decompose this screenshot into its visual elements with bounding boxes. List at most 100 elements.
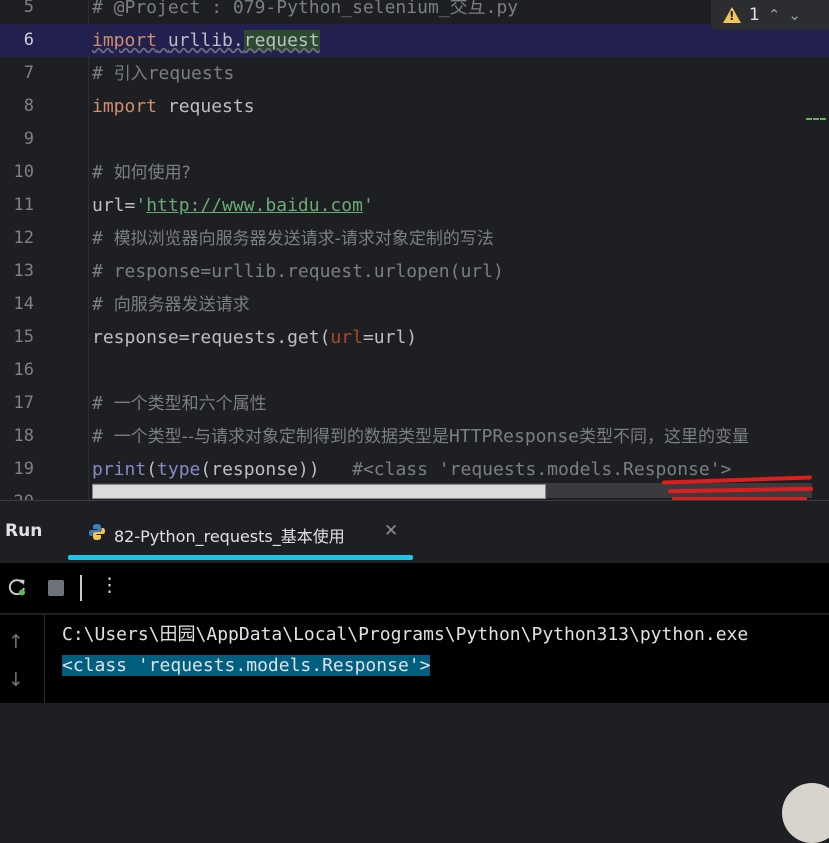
line-number: 10 — [13, 162, 34, 182]
code-line[interactable]: 13 # response=urllib.request.urlopen(url) — [0, 255, 829, 288]
code-token: 模拟浏览器向服务器发送请求-请求对象定制的写法 — [113, 229, 494, 249]
next-highlight-button[interactable]: ⌄ — [788, 6, 801, 24]
code-line[interactable]: 15 response=requests.get(url=url) — [0, 321, 829, 354]
change-marker — [806, 118, 826, 120]
line-number: 14 — [13, 294, 34, 314]
code-line[interactable]: 7 # 引入requests — [0, 57, 829, 90]
warning-count: 1 — [749, 5, 760, 25]
rerun-icon[interactable] — [7, 577, 27, 597]
code-token: request — [243, 30, 320, 51]
code-token: (response)) — [200, 459, 353, 480]
line-number: 8 — [23, 96, 34, 116]
code-token: # — [92, 426, 114, 447]
warning-triangle-icon — [723, 7, 741, 23]
code-token: # — [92, 63, 114, 84]
code-token: type — [157, 459, 201, 480]
console-output[interactable]: ↑ ↓ C:\Users\田园\AppData\Local\Programs\P… — [0, 615, 829, 843]
toolbar-separator — [80, 575, 82, 601]
code-text: # 模拟浏览器向服务器发送请求-请求对象定制的写法 — [92, 222, 494, 256]
line-number: 15 — [13, 327, 34, 347]
console-output-selection: <class 'requests.models.Response'> — [62, 655, 431, 676]
run-toolbar: ⋮ — [0, 563, 829, 613]
code-text: # 引入requests — [92, 57, 234, 91]
code-token: url — [330, 327, 363, 348]
run-tab-bar: Run 82-Python_requests_基本使用 ✕ — [0, 501, 829, 561]
code-token: 引入 — [113, 64, 148, 84]
console-side-toolbar: ↑ ↓ — [0, 615, 45, 703]
stop-icon[interactable] — [48, 580, 64, 596]
code-line[interactable]: 9 — [0, 123, 829, 156]
code-line[interactable]: 6 import urllib.request — [0, 24, 829, 57]
line-number: 5 — [23, 0, 34, 17]
code-line[interactable]: 18 # 一个类型--与请求对象定制得到的数据类型是HTTPResponse类型不… — [0, 420, 829, 453]
code-token: =url) — [362, 327, 418, 348]
code-text: # 向服务器发送请求 — [92, 288, 250, 322]
run-tool-window: Run 82-Python_requests_基本使用 ✕ ⋮ ↑ ↓ C:\U… — [0, 500, 829, 843]
python-icon — [89, 524, 105, 540]
code-token: HTTPResponse — [448, 426, 580, 447]
code-token: urllib. — [167, 30, 244, 51]
code-editor[interactable]: 5 # @Project : 079-Python_selenium_交互.py 6… — [0, 0, 829, 500]
line-number: 16 — [13, 360, 34, 380]
scrollbar-thumb[interactable] — [92, 484, 546, 499]
code-token: # response=urllib.request.urlopen(url) — [92, 261, 504, 282]
code-token: #<class 'requests.models.Response'> — [352, 459, 732, 480]
code-text: # 一个类型--与请求对象定制得到的数据类型是HTTPResponse类型不同，… — [92, 420, 749, 454]
code-text: response=requests.get(url=url) — [92, 321, 417, 354]
code-token: import — [92, 30, 158, 51]
active-tab-indicator — [68, 555, 413, 560]
code-token: requests — [157, 96, 255, 117]
code-line[interactable]: 11 url='http://www.baidu.com' — [0, 189, 829, 222]
line-number: 12 — [13, 228, 34, 248]
line-number: 11 — [13, 195, 34, 215]
scroll-down-arrow-icon[interactable]: ↓ — [8, 669, 24, 691]
code-line[interactable]: 14 # 向服务器发送请求 — [0, 288, 829, 321]
code-line[interactable]: 16 — [0, 354, 829, 387]
code-line[interactable]: 17 # 一个类型和六个属性 — [0, 387, 829, 420]
code-token: ' — [362, 195, 374, 216]
code-token: url= — [92, 195, 136, 216]
floating-avatar[interactable] — [782, 783, 829, 843]
code-token: # @Project : 079-Python_selenium_交互.py — [92, 0, 519, 18]
code-token: 类型不同，这里的变量 — [579, 427, 750, 447]
code-token: # — [92, 294, 114, 315]
code-text: # response=urllib.request.urlopen(url) — [92, 255, 504, 288]
line-number: 6 — [23, 30, 34, 50]
code-line[interactable]: 12 # 模拟浏览器向服务器发送请求-请求对象定制的写法 — [0, 222, 829, 255]
code-text: # @Project : 079-Python_selenium_交互.py — [92, 0, 518, 24]
code-token: # — [92, 393, 114, 414]
code-line[interactable]: 5 # @Project : 079-Python_selenium_交互.py — [0, 0, 829, 24]
previous-highlight-button[interactable]: ⌃ — [768, 6, 781, 24]
code-text: url='http://www.baidu.com' — [92, 189, 374, 222]
run-tab-label: 82-Python_requests_基本使用 — [114, 527, 345, 546]
code-token: ' — [135, 195, 147, 216]
scroll-up-arrow-icon[interactable]: ↑ — [8, 631, 24, 653]
code-token: 如何使用? — [113, 163, 191, 183]
line-number: 19 — [13, 459, 34, 479]
code-token: 一个类型--与请求对象定制得到的数据类型是 — [113, 427, 449, 447]
code-token: ( — [146, 459, 158, 480]
line-number: 13 — [13, 261, 34, 281]
run-config-tab[interactable]: 82-Python_requests_基本使用 ✕ — [68, 501, 413, 561]
line-number: 17 — [13, 393, 34, 413]
code-token: # — [92, 162, 114, 183]
code-line[interactable]: 8 import requests — [0, 90, 829, 123]
more-options-icon[interactable]: ⋮ — [100, 574, 119, 596]
line-number: 20 — [0, 486, 34, 500]
line-number: 18 — [13, 426, 34, 446]
console-output-line: <class 'requests.models.Response'> — [62, 651, 431, 681]
code-line[interactable]: 10 # 如何使用? — [0, 156, 829, 189]
code-text: print(type(response)) #<class 'requests.… — [92, 453, 731, 486]
code-text: import requests — [92, 90, 255, 123]
close-tab-icon[interactable]: ✕ — [384, 521, 398, 541]
code-token: # — [92, 228, 114, 249]
code-token: 一个类型和六个属性 — [113, 394, 267, 414]
code-token: requests — [147, 63, 235, 84]
code-token: http://www.baidu.com — [146, 195, 363, 216]
line-number: 7 — [23, 63, 34, 83]
code-text: import urllib.request — [92, 24, 320, 57]
inspection-widget[interactable]: 1 ⌃ ⌄ — [711, 0, 829, 30]
code-text: # 如何使用? — [92, 156, 191, 190]
line-number: 9 — [23, 129, 34, 149]
